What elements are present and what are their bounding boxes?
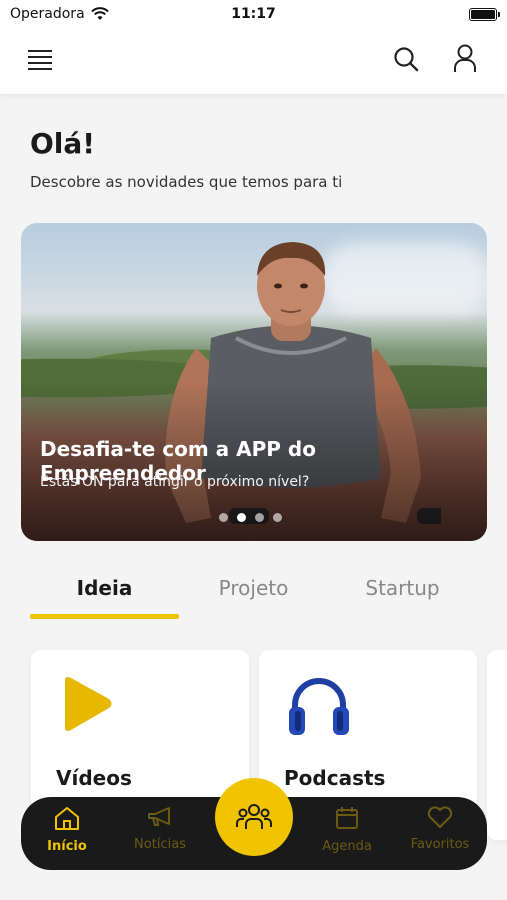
banner-subtitle: Estás ON para atingir o próximo nível? [40,474,310,490]
megaphone-icon [148,807,170,826]
nav-label-noticias: Notícias [134,837,186,852]
search-icon[interactable] [393,46,419,72]
hero-banner[interactable]: Desafia-te com a APP do Empreendedor Est… [21,223,487,541]
carousel-dots [219,513,282,522]
tab-startup[interactable]: Startup [328,576,477,600]
battery-icon [469,8,500,21]
nav-item-favoritos[interactable]: Favoritos [400,805,480,852]
calendar-icon [336,807,358,829]
status-time: 11:17 [231,6,276,22]
nav-item-noticias[interactable]: Notícias [120,805,200,852]
card-title-podcasts: Podcasts [284,766,386,790]
menu-icon[interactable] [28,50,52,70]
carousel-dot-active[interactable] [237,513,246,522]
home-icon [55,807,79,830]
tab-projeto[interactable]: Projeto [179,576,328,600]
heart-icon [427,806,453,828]
active-tab-indicator [30,614,179,619]
nav-label-favoritos: Favoritos [410,837,470,852]
card-next-partial[interactable] [487,650,507,840]
community-button[interactable] [215,778,293,856]
carousel-dot[interactable] [255,513,264,522]
greeting-title: Olá! [30,127,96,160]
play-icon [65,677,112,731]
greeting-subtitle: Descobre as novidades que temos para ti [30,173,343,191]
carousel-dot[interactable] [273,513,282,522]
nav-item-agenda[interactable]: Agenda [307,805,387,854]
card-title-videos: Vídeos [56,766,132,790]
tab-ideia[interactable]: Ideia [30,576,179,600]
nav-label-inicio: Início [47,839,87,854]
nav-item-inicio[interactable]: Início [27,805,107,854]
nav-label-agenda: Agenda [322,839,372,854]
carousel-dot[interactable] [219,513,228,522]
app-header [0,30,507,94]
status-bar: Operadora 11:17 [0,0,507,30]
community-icon [236,804,272,829]
user-icon[interactable] [453,44,477,74]
headphones-icon [289,678,349,735]
